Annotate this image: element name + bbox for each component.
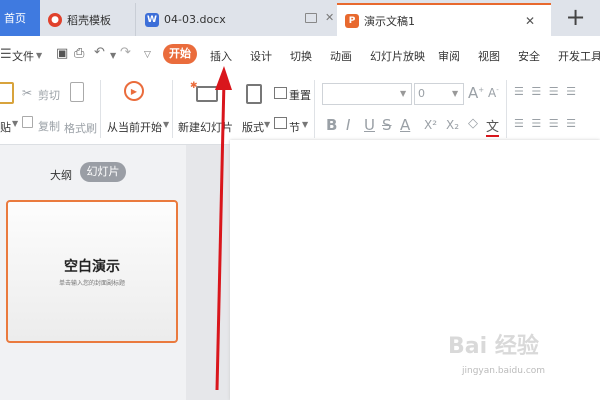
menu-view[interactable]: 视图	[478, 48, 500, 64]
chevron-down-icon[interactable]: ▼	[400, 89, 406, 98]
menu-design[interactable]: 设计	[250, 48, 272, 64]
tab-bar: 首页 ● 稻壳模板 W 04-03.docx ✕ P 演示文稿1 ✕ +	[0, 0, 600, 36]
layout-button[interactable]: 版式	[242, 119, 264, 135]
slides-tab[interactable]: 幻灯片	[80, 162, 126, 182]
presentation-icon: P	[345, 13, 359, 28]
divider	[172, 80, 173, 138]
scissors-icon: ✂	[22, 86, 33, 100]
divider	[506, 80, 507, 138]
font-size-value: 0	[418, 87, 425, 100]
underline-button[interactable]: U	[364, 116, 375, 134]
format-painter-button[interactable]: 格式刷	[64, 120, 97, 136]
chevron-down-icon[interactable]: ▼	[12, 119, 18, 128]
menu-slideshow[interactable]: 幻灯片放映	[370, 48, 425, 64]
menu-file[interactable]: 文件	[12, 48, 34, 64]
section-icon	[274, 117, 287, 129]
menu-transition[interactable]: 切换	[290, 48, 312, 64]
menu-start[interactable]: 开始	[163, 44, 197, 64]
close-icon[interactable]: ✕	[325, 11, 334, 24]
strikethrough-button[interactable]: S	[382, 116, 392, 134]
thumbnail-subtitle: 单击输入您的封面副标题	[58, 280, 125, 287]
slide-canvas[interactable]	[230, 140, 600, 400]
format-painter-icon	[70, 82, 84, 102]
tab-home[interactable]: 首页	[0, 0, 40, 36]
reset-icon	[274, 87, 287, 99]
clear-format-button[interactable]: ◇	[468, 116, 478, 131]
menu-security[interactable]: 安全	[518, 48, 540, 64]
shrink-font-icon[interactable]: A-	[488, 86, 499, 100]
plus-icon: +	[565, 3, 586, 31]
chevron-down-icon[interactable]: ▼	[302, 120, 308, 129]
superscript-button[interactable]: X²	[424, 118, 437, 132]
chevron-down-icon[interactable]: ▼	[110, 51, 116, 60]
chevron-down-icon[interactable]: ▼	[264, 120, 270, 129]
bold-button[interactable]: B	[326, 116, 337, 134]
menu-bar: ☰ 文件 ▼ ▣ ⎙ ↶ ▼ ↷ ▽ 开始 插入 设计 切换 动画 幻灯片放映 …	[0, 36, 600, 74]
chevron-down-icon[interactable]: ▼	[36, 51, 42, 60]
menu-developer[interactable]: 开发工具	[558, 48, 600, 64]
subscript-button[interactable]: X₂	[446, 118, 459, 132]
divider	[100, 80, 101, 138]
tab-daoke-label: 稻壳模板	[67, 13, 111, 27]
cut-button[interactable]: 剪切	[38, 87, 60, 103]
grow-font-icon[interactable]: A+	[468, 84, 484, 102]
align-icon[interactable]: ☰ ☰ ☰ ☰	[514, 117, 578, 130]
divider	[314, 80, 315, 138]
menu-review[interactable]: 审阅	[438, 48, 460, 64]
customize-chevron-icon[interactable]: ▽	[144, 50, 151, 60]
reset-button[interactable]: 重置	[289, 87, 311, 103]
tab-document[interactable]: W 04-03.docx ✕	[137, 3, 337, 36]
thumbnail-title: 空白演示	[64, 259, 120, 275]
close-icon[interactable]: ✕	[525, 14, 535, 28]
tab-document-label: 04-03.docx	[164, 13, 226, 26]
chevron-down-icon[interactable]: ▼	[163, 120, 169, 129]
menu-animation[interactable]: 动画	[330, 48, 352, 64]
font-name-select[interactable]	[322, 83, 412, 105]
watermark-text: Bai 经验	[448, 334, 539, 359]
bullet-list-icon[interactable]: ☰ ☰ ☰ ☰	[514, 85, 578, 98]
italic-button[interactable]: I	[346, 116, 350, 134]
copy-button[interactable]: 复制	[38, 118, 60, 134]
play-icon[interactable]: ▶	[124, 81, 144, 101]
tab-daoke-templates[interactable]: ● 稻壳模板	[40, 3, 136, 36]
tab-presentation[interactable]: P 演示文稿1 ✕	[337, 3, 551, 36]
tab-home-label: 首页	[4, 12, 26, 25]
play-from-current-button[interactable]: 从当前开始	[107, 119, 162, 135]
annotation-arrow-icon	[215, 66, 232, 391]
section-button[interactable]: 节	[289, 119, 300, 135]
save-icon[interactable]: ▣	[56, 46, 68, 61]
copy-icon	[22, 116, 33, 128]
undo-icon[interactable]: ↶	[94, 45, 105, 60]
phonetic-button[interactable]: 文	[486, 116, 500, 137]
ribbon-toolbar: 贴 ▼ ✂ 剪切 复制 格式刷 ▶ 从当前开始 ▼ ✱ 新建幻灯片 版式 ▼ 重…	[0, 74, 600, 145]
hamburger-icon[interactable]: ☰	[0, 47, 12, 62]
font-color-button[interactable]: A	[400, 116, 410, 134]
chevron-down-icon[interactable]: ▼	[452, 89, 458, 98]
tab-presentation-label: 演示文稿1	[364, 14, 415, 28]
print-icon[interactable]: ⎙	[74, 46, 84, 61]
new-tab-button[interactable]: +	[551, 0, 600, 36]
outline-tab[interactable]: 大纲	[50, 167, 72, 183]
paste-label[interactable]: 贴	[0, 119, 11, 135]
paste-icon[interactable]	[0, 82, 14, 104]
word-doc-icon: W	[145, 12, 159, 27]
daoke-logo-icon: ●	[48, 12, 62, 27]
redo-icon[interactable]: ↷	[120, 45, 131, 60]
slide-thumbnail[interactable]: 空白演示 单击输入您的封面副标题	[6, 200, 178, 343]
layout-icon[interactable]	[246, 84, 262, 104]
watermark-url: jingyan.baidu.com	[462, 366, 546, 376]
monitor-icon[interactable]	[305, 13, 317, 23]
sparkle-icon: ✱	[190, 81, 198, 91]
